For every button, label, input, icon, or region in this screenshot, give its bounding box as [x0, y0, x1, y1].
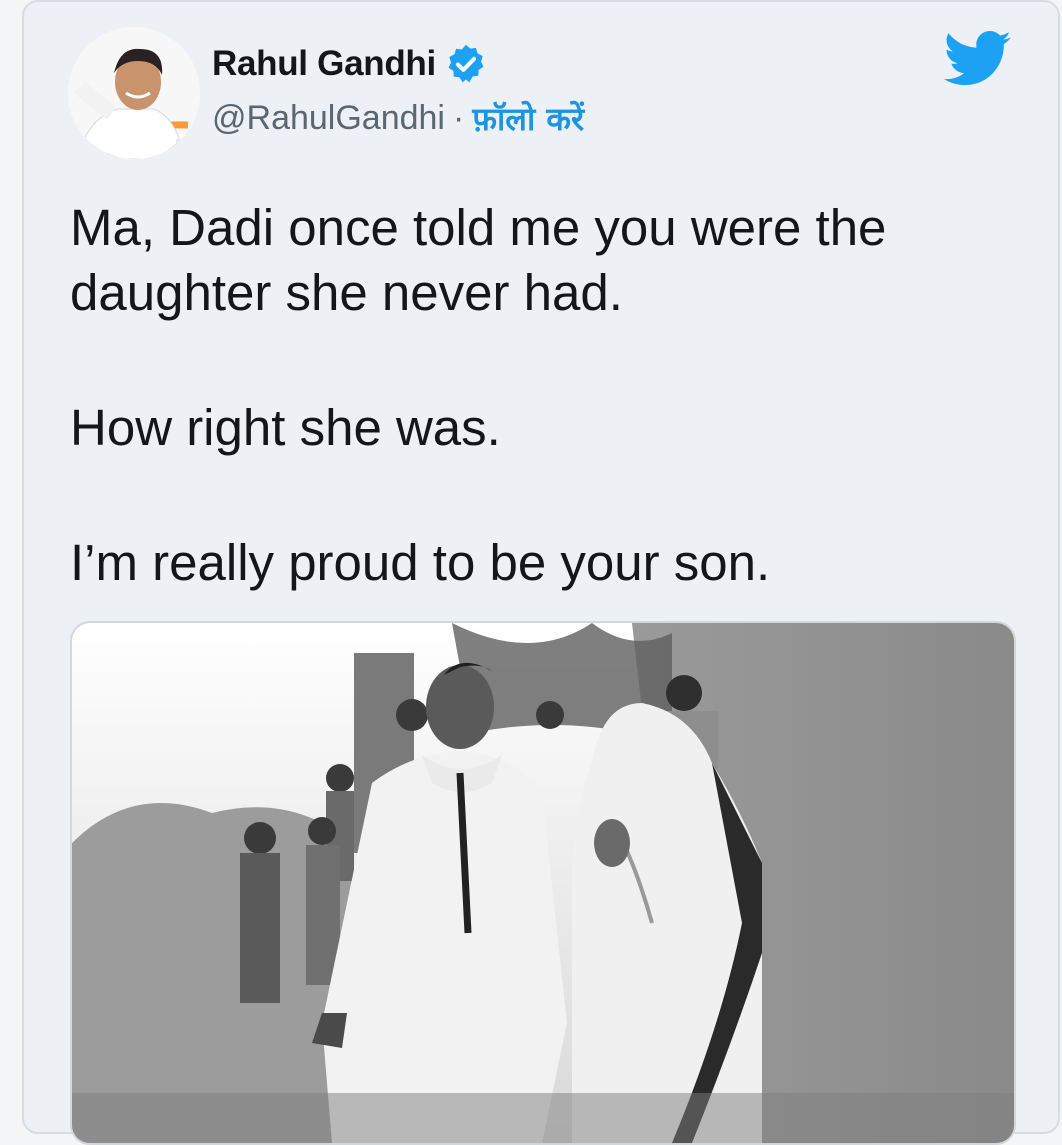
- verified-badge-icon: [448, 44, 484, 83]
- separator-dot: ·: [453, 98, 465, 137]
- avatar-image: [68, 27, 200, 159]
- tweet-photo-image: [72, 623, 1014, 1143]
- tweet-text-line-2: How right she was.: [70, 399, 501, 456]
- author-handle[interactable]: @RahulGandhi: [212, 99, 445, 138]
- avatar[interactable]: [68, 27, 200, 159]
- twitter-bird-icon[interactable]: [944, 30, 1012, 88]
- tweet-photo[interactable]: [70, 621, 1016, 1145]
- author-display-name[interactable]: Rahul Gandhi: [212, 44, 436, 84]
- author-handle-row: @RahulGandhi · फ़ॉलो करें: [212, 96, 584, 140]
- tweet-text-line-3: I’m really proud to be your son.: [70, 534, 771, 591]
- follow-button[interactable]: फ़ॉलो करें: [472, 97, 584, 140]
- tweet-text-line-1: Ma, Dadi once told me you were the daugh…: [70, 199, 887, 321]
- author-name-row[interactable]: Rahul Gandhi: [212, 40, 488, 88]
- tweet-text: Ma, Dadi once told me you were the daugh…: [70, 195, 990, 595]
